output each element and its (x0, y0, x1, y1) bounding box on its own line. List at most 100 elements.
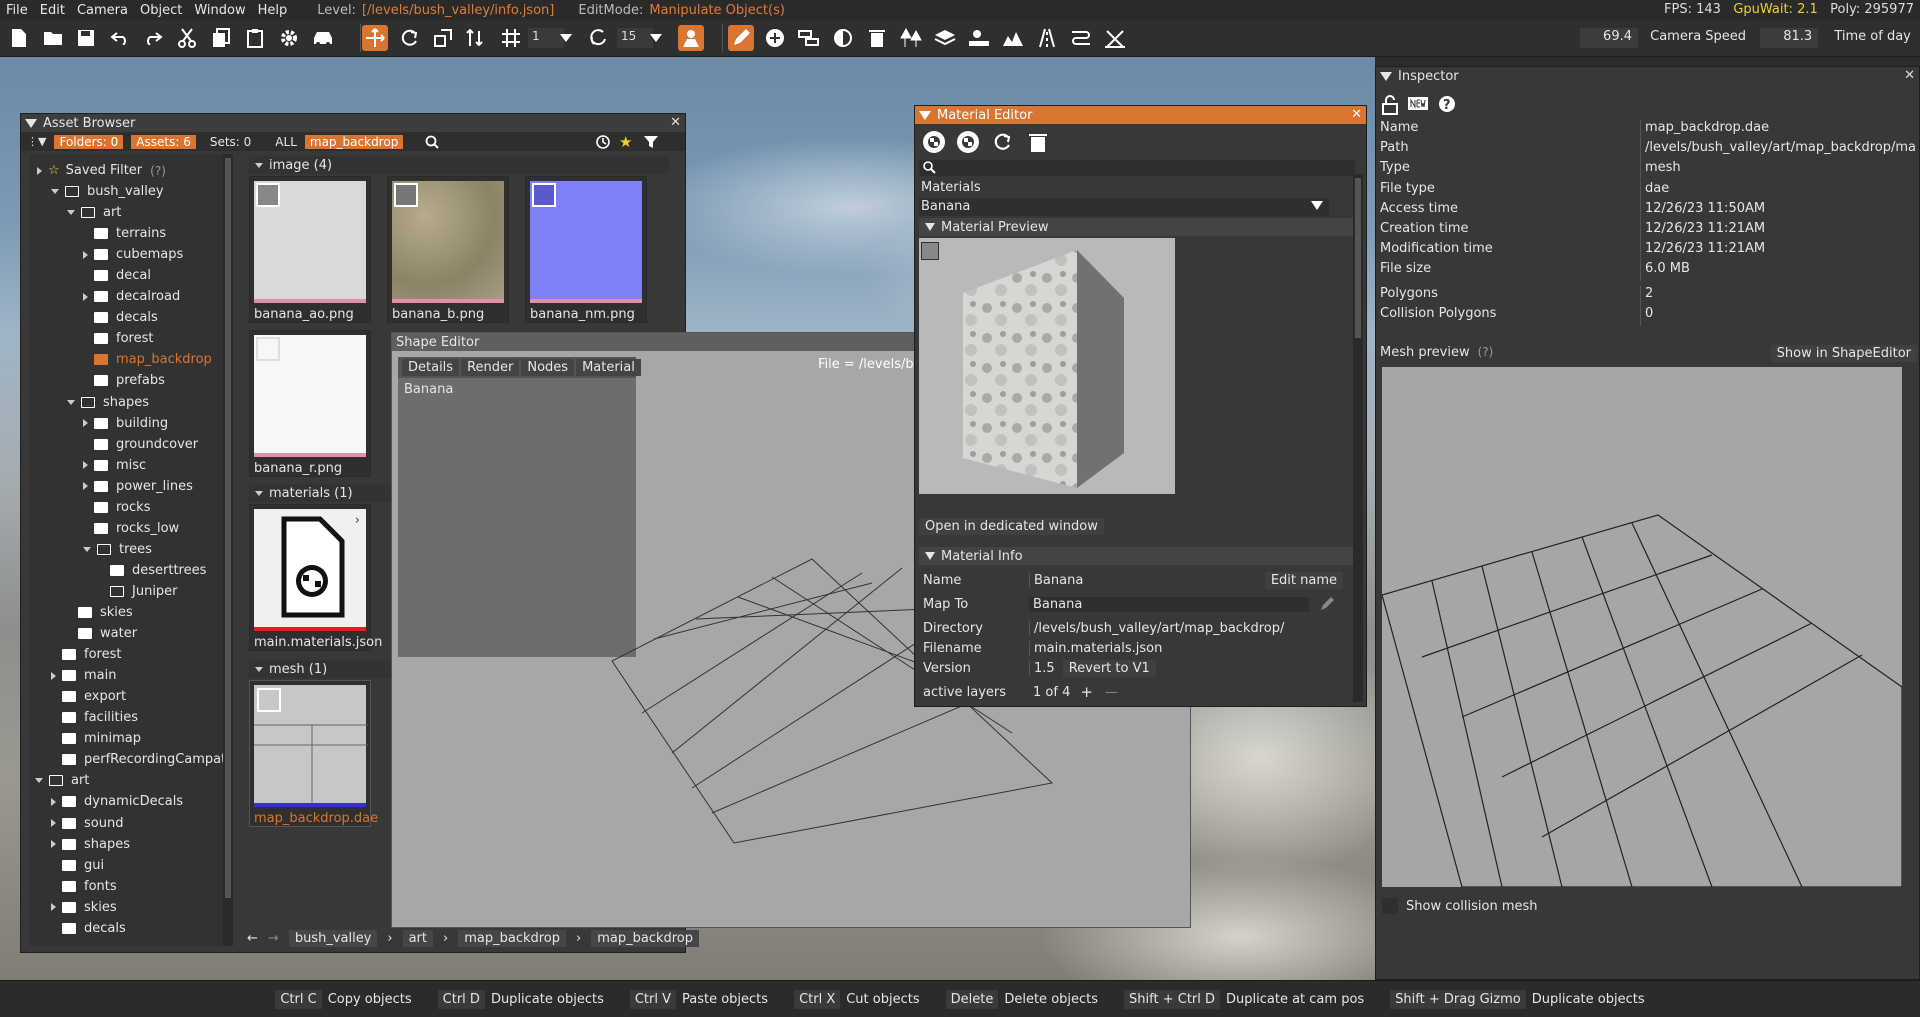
close-icon[interactable]: ✕ (1351, 107, 1362, 122)
mesh-road-icon[interactable] (1068, 25, 1094, 51)
gear-icon[interactable] (276, 25, 302, 51)
material-info-header[interactable]: Material Info (919, 547, 1355, 565)
tree-folder-item[interactable]: decals (51, 918, 126, 939)
add-layer-icon[interactable]: + (1080, 683, 1093, 701)
open-folder-icon[interactable] (40, 25, 66, 51)
tree-folder-item[interactable]: decal (83, 265, 151, 286)
tree-folder-item[interactable]: export (51, 686, 126, 707)
tab-material[interactable]: Material (576, 359, 641, 376)
breadcrumb-art[interactable]: art (402, 929, 434, 947)
pencil-icon[interactable] (728, 25, 754, 51)
tree-folder-item[interactable]: skies (67, 602, 133, 623)
menu-object[interactable]: Object (134, 3, 188, 18)
navigation-tool-icon[interactable] (1102, 25, 1128, 51)
material-preview-header[interactable]: Material Preview (919, 218, 1355, 236)
material-select[interactable]: Banana (919, 198, 1329, 216)
assets-count[interactable]: Assets: 6 (131, 134, 196, 149)
chevron-right-icon[interactable] (51, 797, 56, 806)
chevron-down-icon[interactable] (83, 546, 91, 552)
tree-folder-item[interactable]: power_lines (83, 476, 193, 497)
chevron-right-icon[interactable] (51, 840, 56, 849)
asset-banana-ao[interactable]: banana_ao.png (249, 176, 371, 323)
new-icon[interactable] (1408, 95, 1428, 115)
forest-tool-icon[interactable] (898, 25, 924, 51)
chevron-right-icon[interactable] (83, 482, 88, 491)
add-object-icon[interactable] (762, 25, 788, 51)
revert-version-button[interactable]: Revert to V1 (1062, 659, 1156, 677)
river-tool-icon[interactable] (1034, 25, 1060, 51)
save-icon[interactable] (73, 25, 99, 51)
road-tool-icon[interactable] (796, 25, 822, 51)
rotate-gizmo-icon[interactable] (396, 25, 422, 51)
camera-fov-input[interactable]: 69.4 (1580, 28, 1638, 48)
tree-folder-item[interactable]: fonts (51, 876, 117, 897)
mapto-input[interactable]: Banana (1029, 596, 1309, 612)
sets-count[interactable]: Sets: 0 (210, 135, 251, 149)
layers-icon[interactable] (932, 25, 958, 51)
undo-icon[interactable] (107, 25, 133, 51)
asset-main-materials[interactable]: › main.materials.json (249, 504, 382, 651)
remove-layer-icon[interactable]: — (1105, 685, 1118, 700)
saved-filter-help[interactable]: (?) (150, 164, 166, 178)
chevron-right-icon[interactable] (51, 903, 56, 912)
vehicle-icon[interactable] (310, 25, 336, 51)
folders-count[interactable]: Folders: 0 (54, 134, 124, 149)
tree-folder-item[interactable]: Juniper (99, 581, 178, 602)
menu-file[interactable]: File (0, 3, 34, 18)
breadcrumb-map-backdrop[interactable]: map_backdrop (458, 929, 567, 947)
menu-camera[interactable]: Camera (71, 3, 134, 18)
pencil-icon[interactable] (1319, 596, 1335, 612)
new-file-icon[interactable] (6, 25, 32, 51)
close-icon[interactable]: ✕ (1904, 68, 1915, 83)
tree-folder-item[interactable]: deserttrees (99, 560, 206, 581)
shape-material-item[interactable]: Banana (398, 378, 636, 401)
asset-banana-r[interactable]: banana_r.png (249, 330, 371, 477)
asset-browser-titlebar[interactable]: Asset Browser ✕ (21, 114, 685, 132)
tree-folder-item[interactable]: water (67, 623, 137, 644)
material-search-input[interactable] (919, 160, 1355, 176)
chevron-down-icon[interactable] (35, 778, 43, 784)
reload-icon[interactable] (991, 131, 1013, 153)
tab-render[interactable]: Render (461, 359, 520, 376)
back-arrow-icon[interactable]: ← (247, 931, 258, 946)
terrain-tool-icon[interactable] (1000, 25, 1026, 51)
open-dedicated-window-button[interactable]: Open in dedicated window (919, 518, 1104, 535)
show-in-shape-editor-button[interactable]: Show in ShapeEditor (1770, 345, 1917, 362)
tree-folder-item[interactable]: art (35, 770, 89, 791)
camera-speed-input[interactable]: 81.3 (1760, 28, 1819, 48)
tree-folder-item[interactable]: perfRecordingCampaths (51, 749, 223, 770)
grid-snap-icon[interactable] (498, 25, 524, 51)
material-preview[interactable] (919, 238, 1175, 494)
tree-folder-item[interactable]: forest (51, 644, 121, 665)
tree-folder-item[interactable]: decalroad (83, 286, 180, 307)
tree-folder-item[interactable]: rocks (83, 497, 150, 518)
section-mesh[interactable]: mesh (1) (249, 660, 393, 678)
tree-folder-item[interactable]: skies (51, 897, 117, 918)
new-material-icon[interactable] (921, 129, 947, 155)
trash-icon[interactable] (864, 25, 890, 51)
tree-folder-item[interactable]: map_backdrop (83, 349, 212, 370)
decal-tool-icon[interactable] (966, 25, 992, 51)
rotation-snap-icon[interactable] (585, 25, 611, 51)
expand-chevron-icon[interactable]: › (355, 513, 360, 528)
redo-icon[interactable] (140, 25, 166, 51)
lock-icon[interactable] (1382, 95, 1398, 115)
chevron-right-icon[interactable] (51, 671, 56, 680)
menu-edit[interactable]: Edit (34, 3, 71, 18)
asset-banana-b[interactable]: banana_b.png (387, 176, 509, 323)
breadcrumb-bush-valley[interactable]: bush_valley (288, 929, 378, 947)
mesh-preview-help[interactable]: (?) (1478, 345, 1494, 359)
tab-nodes[interactable]: Nodes (521, 359, 575, 376)
history-icon[interactable] (595, 134, 611, 150)
tree-folder-item[interactable]: prefabs (83, 370, 165, 391)
tree-folder-item[interactable]: sound (51, 813, 123, 834)
tree-folder-item[interactable]: rocks_low (83, 518, 179, 539)
tree-folder-item[interactable]: bush_valley (51, 181, 164, 202)
breadcrumb-map-backdrop-2[interactable]: map_backdrop (591, 929, 700, 947)
mesh-preview[interactable] (1382, 367, 1902, 887)
scale-gizmo-icon[interactable] (430, 25, 456, 51)
filter-all[interactable]: ALL (275, 135, 297, 149)
tree-folder-item[interactable]: cubemaps (83, 244, 183, 265)
asset-map-backdrop-dae[interactable]: map_backdrop.dae (249, 680, 378, 827)
trash-icon[interactable] (1029, 131, 1047, 153)
